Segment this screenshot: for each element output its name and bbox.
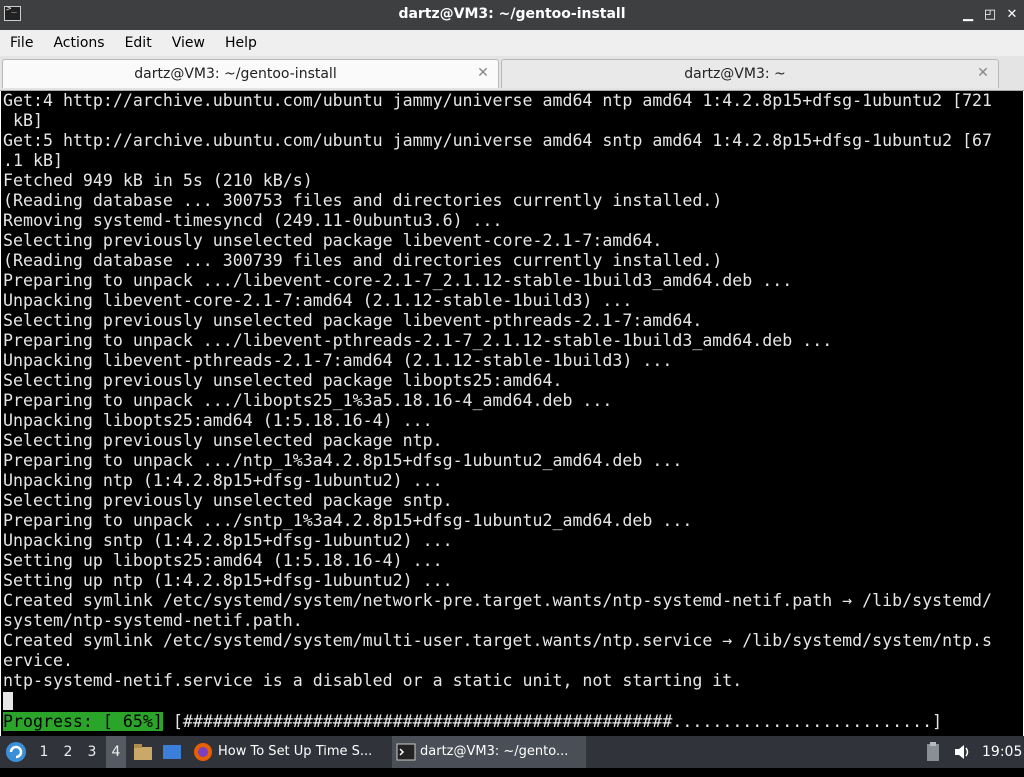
terminal-text: Get:4 http://archive.ubuntu.com/ubuntu j… (3, 91, 992, 691)
terminal-line: Preparing to unpack .../libevent-pthread… (3, 331, 833, 350)
start-menu-button[interactable] (4, 736, 30, 768)
terminal-line: Preparing to unpack .../sntp_1%3a4.2.8p1… (3, 511, 693, 530)
tab-gentoo-install[interactable]: dartz@VM3: ~/gentoo-install ✕ (2, 59, 499, 88)
terminal-line: Unpacking libopts25:amd64 (1:5.18.16-4) … (3, 411, 433, 430)
tab-close-icon[interactable]: ✕ (476, 65, 490, 81)
taskbar-terminal-window[interactable]: dartz@VM3: ~/gento... (392, 736, 586, 768)
terminal-window: dartz@VM3: ~/gentoo-install ▁ ◰ ✕ FileAc… (0, 0, 1024, 768)
terminal-line: Preparing to unpack .../libopts25_1%3a5.… (3, 391, 613, 410)
progress-bar: [#######################################… (172, 712, 943, 731)
tab-label: dartz@VM3: ~/gentoo-install (134, 66, 337, 82)
taskbar-firefox-window[interactable]: How To Set Up Time S... (192, 736, 388, 768)
workspace-4[interactable]: 4 (106, 736, 126, 768)
terminal-line: Created symlink /etc/systemd/system/mult… (3, 631, 993, 650)
progress-line: Progress: [ 65%] [######################… (3, 712, 942, 732)
terminal-line: Selecting previously unselected package … (3, 371, 563, 390)
terminal-output[interactable]: Get:4 http://archive.ubuntu.com/ubuntu j… (0, 91, 1024, 736)
terminal-line: system/ntp-systemd-netif.path. (3, 611, 303, 630)
tab-close-icon[interactable]: ✕ (976, 65, 990, 81)
progress-label: Progress: [ 65%] (3, 712, 163, 731)
clock[interactable]: 19:05 (982, 736, 1022, 768)
file-manager-launcher[interactable] (133, 736, 155, 768)
window-title: dartz@VM3: ~/gentoo-install (398, 6, 626, 22)
terminal-line: Selecting previously unselected package … (3, 431, 443, 450)
clipboard-icon (927, 742, 939, 761)
terminal-line: Selecting previously unselected package … (3, 311, 703, 330)
terminal-line: (Reading database ... 300753 files and d… (3, 191, 723, 210)
terminal-line: Selecting previously unselected package … (3, 231, 663, 250)
taskbar: 1 2 3 4 How To Set Up Time S... dartz@VM… (0, 736, 1024, 768)
menu-help[interactable]: Help (215, 30, 267, 56)
tab-label: dartz@VM3: ~ (684, 66, 786, 82)
terminal-line: Preparing to unpack .../ntp_1%3a4.2.8p15… (3, 451, 683, 470)
distro-logo-icon (6, 742, 26, 762)
terminal-line: ntp-systemd-netif.service is a disabled … (3, 671, 743, 690)
firefox-icon (194, 743, 212, 761)
maximize-button[interactable]: ◰ (980, 5, 1000, 25)
terminal-line: (Reading database ... 300739 files and d… (3, 251, 723, 270)
title-bar[interactable]: dartz@VM3: ~/gentoo-install ▁ ◰ ✕ (0, 0, 1024, 30)
workspace-3[interactable]: 3 (82, 736, 102, 768)
workspace-1[interactable]: 1 (34, 736, 54, 768)
terminal-line: .1 kB] (3, 151, 63, 170)
menu-actions[interactable]: Actions (43, 30, 114, 56)
terminal-line: Get:5 http://archive.ubuntu.com/ubuntu j… (3, 131, 993, 150)
tray-updates[interactable] (926, 736, 944, 768)
terminal-line: Get:4 http://archive.ubuntu.com/ubuntu j… (3, 91, 993, 110)
taskbar-item-label: How To Set Up Time S... (218, 744, 373, 759)
terminal-line: Created symlink /etc/systemd/system/netw… (3, 591, 993, 610)
menu-view[interactable]: View (162, 30, 215, 56)
show-desktop-launcher[interactable] (162, 736, 184, 768)
taskbar-item-label: dartz@VM3: ~/gento... (420, 744, 569, 759)
terminal-line: Unpacking libevent-pthreads-2.1-7:amd64 … (3, 351, 673, 370)
terminal-line: Preparing to unpack .../libevent-core-2.… (3, 271, 793, 290)
terminal-icon (396, 743, 416, 761)
terminal-line: Fetched 949 kB in 5s (210 kB/s) (3, 171, 313, 190)
tab-home[interactable]: dartz@VM3: ~ ✕ (501, 59, 999, 88)
terminal-line: kB] (12, 111, 43, 130)
workspace-2[interactable]: 2 (58, 736, 78, 768)
terminal-line: ervice. (3, 651, 73, 670)
menu-edit[interactable]: Edit (115, 30, 162, 56)
menu-bar: File Actions Edit View Help (0, 30, 1024, 56)
terminal-line: Unpacking sntp (1:4.2.8p15+dfsg-1ubuntu2… (3, 531, 453, 550)
close-window-button[interactable]: ✕ (1002, 5, 1022, 25)
minimize-button[interactable]: ▁ (958, 5, 978, 25)
tab-bar: dartz@VM3: ~/gentoo-install ✕ dartz@VM3:… (0, 56, 1024, 91)
terminal-line: Setting up ntp (1:4.2.8p15+dfsg-1ubuntu2… (3, 571, 453, 590)
desktop-icon (163, 745, 181, 759)
terminal-line: Removing systemd-timesyncd (249.11-0ubun… (3, 211, 503, 230)
volume-control[interactable] (953, 736, 973, 768)
terminal-line: Selecting previously unselected package … (3, 491, 453, 510)
speaker-icon (955, 745, 969, 759)
menu-file[interactable]: File (0, 30, 43, 56)
terminal-cursor (3, 692, 13, 710)
terminal-line: Unpacking ntp (1:4.2.8p15+dfsg-1ubuntu2)… (3, 471, 443, 490)
folder-icon (134, 744, 152, 760)
terminal-line: Setting up libopts25:amd64 (1:5.18.16-4)… (3, 551, 443, 570)
terminal-line: Unpacking libevent-core-2.1-7:amd64 (2.1… (3, 291, 633, 310)
